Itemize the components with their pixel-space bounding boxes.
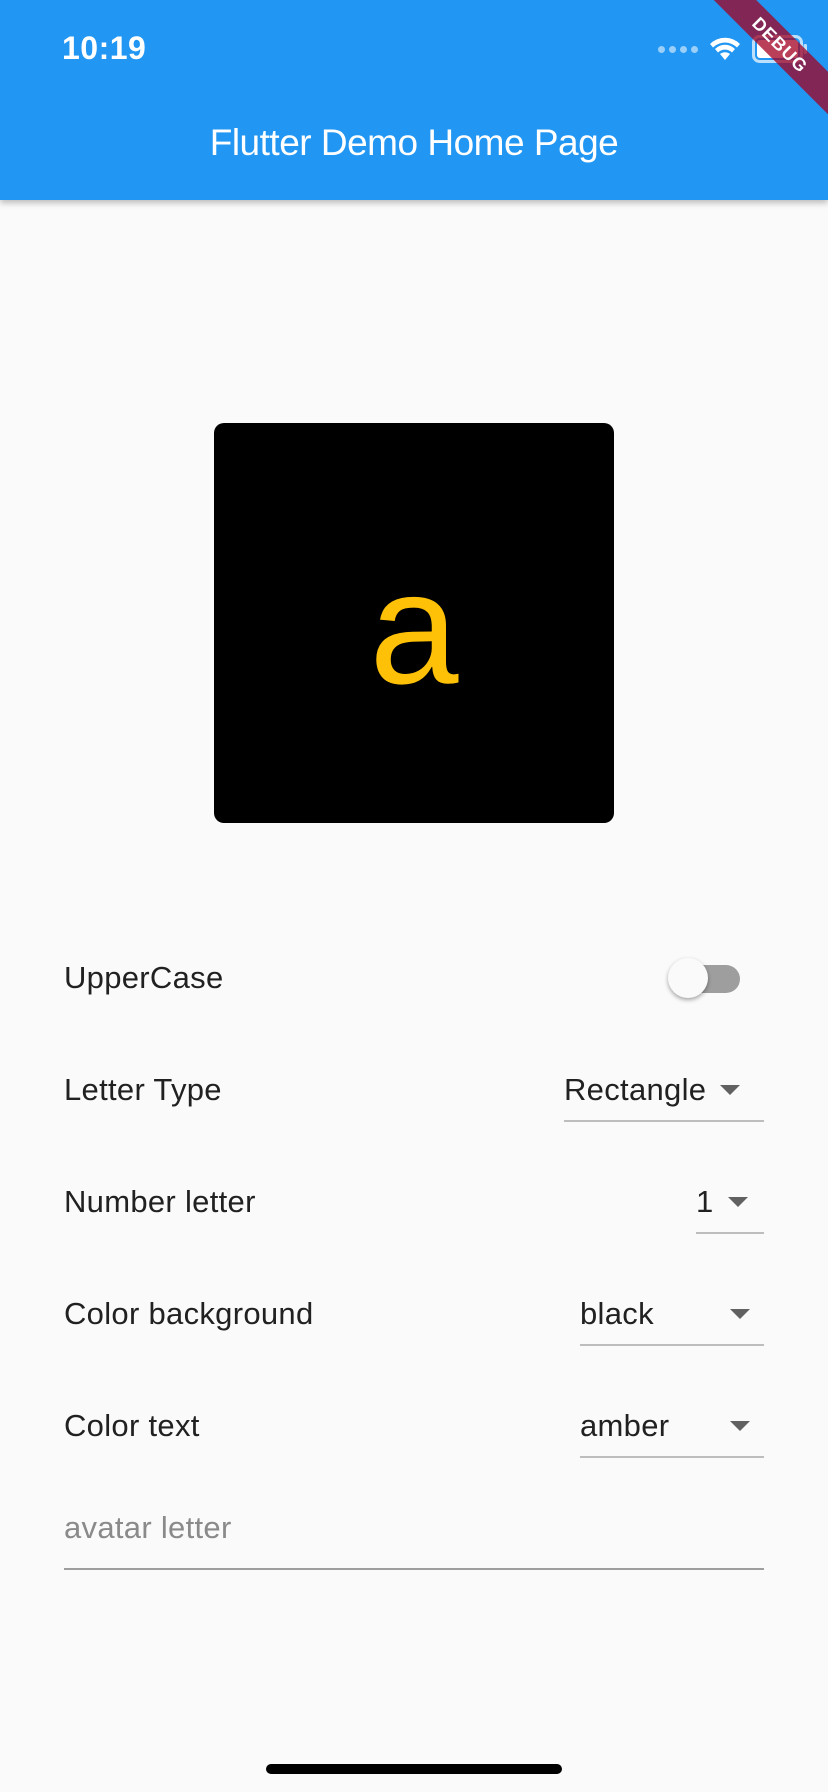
chevron-down-icon (727, 1197, 748, 1207)
number-letter-label: Number letter (64, 1184, 256, 1219)
debug-banner: DEBUG (708, 0, 828, 120)
letter-type-dropdown[interactable]: Rectangle (564, 1060, 764, 1122)
app-bar: 10:19 Flutter Demo Home Page (0, 0, 828, 200)
debug-banner-label: DEBUG (708, 0, 828, 120)
chevron-down-icon (730, 1309, 750, 1319)
color-text-value: amber (580, 1408, 670, 1443)
number-letter-row: Number letter 1 (64, 1172, 764, 1234)
letter-type-value: Rectangle (564, 1072, 707, 1107)
uppercase-label: UpperCase (64, 960, 224, 995)
number-letter-dropdown[interactable]: 1 (696, 1172, 764, 1234)
signal-dots-icon (658, 45, 698, 53)
uppercase-row: UpperCase (64, 948, 764, 1008)
number-letter-value: 1 (696, 1184, 714, 1219)
avatar-letter: a (369, 538, 459, 717)
color-background-dropdown[interactable]: black (580, 1284, 764, 1346)
status-time: 10:19 (62, 30, 147, 66)
color-background-row: Color background black (64, 1284, 764, 1346)
color-text-row: Color text amber (64, 1396, 764, 1458)
color-background-value: black (580, 1296, 654, 1331)
uppercase-switch[interactable] (668, 958, 740, 998)
chevron-down-icon (730, 1421, 750, 1431)
switch-thumb (668, 958, 708, 998)
avatar-letter-input[interactable] (64, 1500, 764, 1556)
color-background-label: Color background (64, 1296, 314, 1331)
avatar-letter-field (64, 1500, 764, 1570)
letter-type-label: Letter Type (64, 1072, 222, 1107)
avatar-preview: a (214, 423, 614, 823)
color-text-dropdown[interactable]: amber (580, 1396, 764, 1458)
app-screen: 10:19 Flutter Demo Home Page DEBUG a Upp… (0, 0, 828, 1792)
color-text-label: Color text (64, 1408, 200, 1443)
chevron-down-icon (720, 1085, 741, 1095)
home-indicator[interactable] (266, 1764, 562, 1774)
page-title: Flutter Demo Home Page (209, 122, 619, 163)
letter-type-row: Letter Type Rectangle (64, 1060, 764, 1122)
